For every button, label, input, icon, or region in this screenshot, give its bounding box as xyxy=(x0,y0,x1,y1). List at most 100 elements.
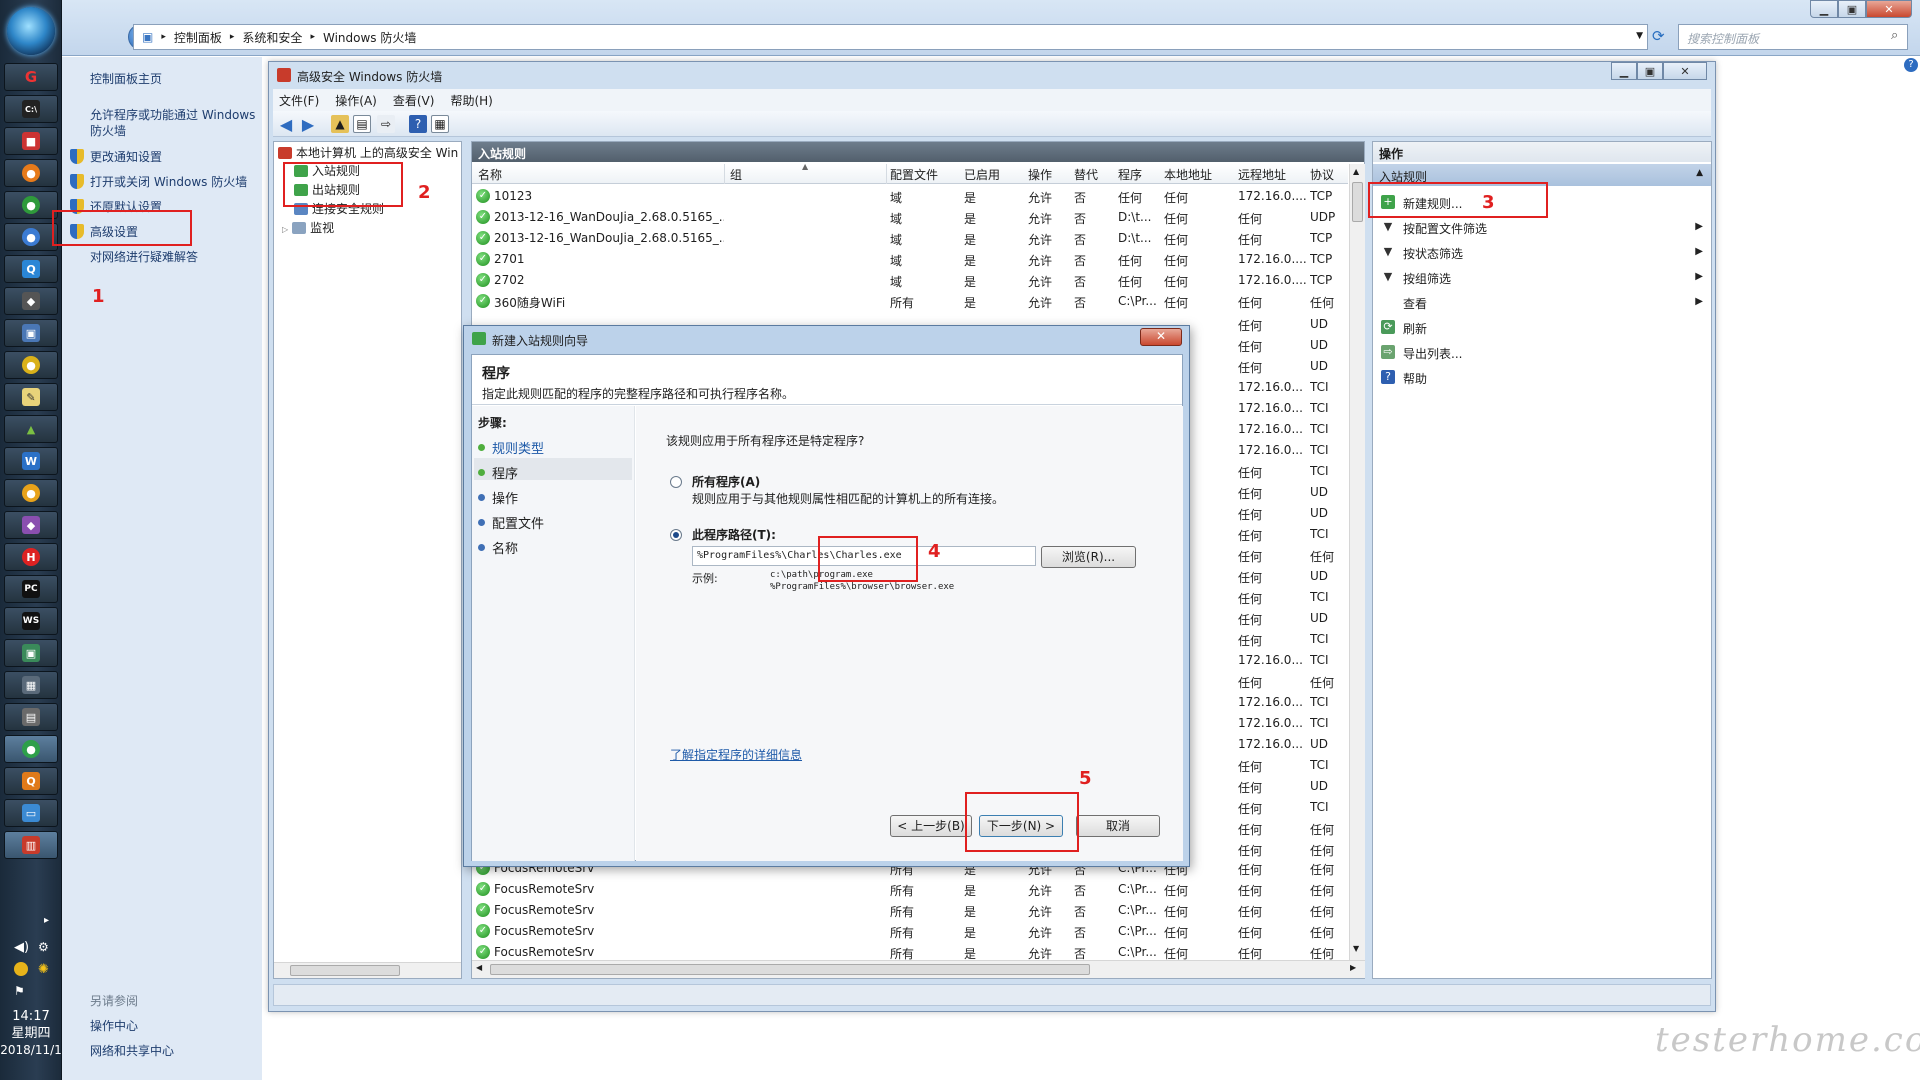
address-bar[interactable]: ▣ ▸ 控制面板 ▸ 系统和安全 ▸ Windows 防火墙 ▼ xyxy=(133,24,1648,50)
action-help[interactable]: 帮助 xyxy=(1403,370,1427,387)
column-profile[interactable]: 配置文件 xyxy=(890,166,938,183)
toolbar-forward-icon[interactable]: ▶ xyxy=(299,115,317,134)
column-name[interactable]: 名称 xyxy=(478,166,502,183)
tray-sun-icon[interactable]: ✺ xyxy=(38,962,49,977)
taskbar-app-13[interactable]: W xyxy=(4,447,58,475)
table-row[interactable]: ✓ 360随身WiFi 所有 是 允许 否 C:\Pr... 任何 任何 任何 xyxy=(472,291,1348,312)
see-also-network-center[interactable]: 网络和共享中心 xyxy=(90,1043,174,1059)
column-override[interactable]: 替代 xyxy=(1074,166,1098,183)
maximize-button[interactable]: ▣ xyxy=(1838,0,1866,18)
column-protocol[interactable]: 协议 xyxy=(1310,166,1346,183)
column-action[interactable]: 操作 xyxy=(1028,166,1052,183)
taskbar-app-18[interactable]: WS xyxy=(4,607,58,635)
step-rule-type[interactable]: 规则类型 xyxy=(492,438,544,457)
taskbar-app-5[interactable]: ● xyxy=(4,191,58,219)
action-view[interactable]: 查看 xyxy=(1403,295,1427,312)
mmc-minimize-button[interactable]: ▁ xyxy=(1611,62,1637,80)
taskbar-app-14[interactable]: ● xyxy=(4,479,58,507)
wizard-close-button[interactable]: ✕ xyxy=(1140,328,1182,346)
taskbar-app-20[interactable]: ▦ xyxy=(4,671,58,699)
action-refresh[interactable]: 刷新 xyxy=(1403,320,1427,337)
tray-app-icon[interactable]: ⚙ xyxy=(38,940,49,954)
close-button[interactable]: ✕ xyxy=(1866,0,1912,18)
cancel-button[interactable]: 取消 xyxy=(1076,815,1160,837)
taskbar-app-8[interactable]: ◆ xyxy=(4,287,58,315)
refresh-icon[interactable]: ⟳ xyxy=(1652,27,1665,45)
column-remote-address[interactable]: 远程地址 xyxy=(1238,166,1286,183)
taskbar-app-16[interactable]: H xyxy=(4,543,58,571)
taskbar-app-21[interactable]: ▤ xyxy=(4,703,58,731)
table-row[interactable]: ✓ FocusRemoteSrv 所有 是 允许 否 C:\Pr... 任何 任何 任何 xyxy=(472,900,1348,921)
action-export-list[interactable]: 导出列表... xyxy=(1403,345,1462,362)
taskbar-app-11[interactable]: ✎ xyxy=(4,383,58,411)
back-button[interactable]: < 上一步(B) xyxy=(890,815,972,837)
taskbar-app-7[interactable]: Q xyxy=(4,255,58,283)
breadcrumb-item-3[interactable]: Windows 防火墙 xyxy=(323,29,416,46)
action-filter-group[interactable]: 按组筛选 xyxy=(1403,270,1451,287)
mmc-close-button[interactable]: ✕ xyxy=(1663,62,1707,80)
clock[interactable]: 14:17 星期四 2018/11/1 xyxy=(0,1008,62,1059)
menu-help[interactable]: 帮助(H) xyxy=(450,92,492,109)
taskbar-app-4[interactable]: ● xyxy=(4,159,58,187)
column-program[interactable]: 程序 xyxy=(1118,166,1142,183)
see-also-action-center[interactable]: 操作中心 xyxy=(90,1018,138,1034)
scroll-up-icon[interactable]: ▲ xyxy=(1353,167,1359,176)
tree-scroll-thumb[interactable] xyxy=(290,965,400,976)
taskbar-app-23[interactable]: Q xyxy=(4,767,58,795)
minimize-button[interactable]: ▁ xyxy=(1810,0,1838,18)
taskbar-app-19[interactable]: ▣ xyxy=(4,639,58,667)
rules-scroll-thumb[interactable] xyxy=(1352,182,1363,222)
breadcrumb-item-2[interactable]: 系统和安全 xyxy=(242,29,302,46)
sidebar-link-toggle-firewall[interactable]: 打开或关闭 Windows 防火墙 xyxy=(90,174,247,190)
learn-more-link[interactable]: 了解指定程序的详细信息 xyxy=(670,746,802,763)
table-row[interactable]: ✓ 2702 域 是 允许 否 任何 任何 172.16.0.... TCP xyxy=(472,270,1348,291)
tree-hscrollbar[interactable] xyxy=(274,962,461,978)
breadcrumb-item-1[interactable]: 控制面板 xyxy=(174,29,222,46)
collapse-icon[interactable]: ▲ xyxy=(1696,168,1703,178)
menu-action[interactable]: 操作(A) xyxy=(335,92,377,109)
toolbar-up-folder-icon[interactable]: ▲ xyxy=(331,115,349,133)
tree-root[interactable]: 本地计算机 上的高级安全 Win xyxy=(278,145,458,161)
tray-network-icon[interactable] xyxy=(14,962,28,976)
menu-file[interactable]: 文件(F) xyxy=(279,92,319,109)
search-icon[interactable]: ⌕ xyxy=(1891,28,1898,43)
all-programs-label[interactable]: 所有程序(A) xyxy=(692,473,760,490)
taskbar-app-10[interactable]: ● xyxy=(4,351,58,379)
volume-icon[interactable]: ◀) xyxy=(14,940,29,955)
column-enabled[interactable]: 已启用 xyxy=(964,166,1000,183)
mmc-maximize-button[interactable]: ▣ xyxy=(1637,62,1663,80)
help-icon[interactable]: ? xyxy=(1904,58,1918,72)
radio-all-programs[interactable] xyxy=(670,476,682,488)
table-row[interactable]: ✓ FocusRemoteSrv 所有 是 允许 否 C:\Pr... 任何 任何 任何 xyxy=(472,879,1348,900)
toolbar-back-icon[interactable]: ◀ xyxy=(277,115,295,134)
table-row[interactable]: ✓ 2013-12-16_WanDouJia_2.68.0.5165_... 域 是 允… xyxy=(472,228,1348,249)
menu-view[interactable]: 查看(V) xyxy=(393,92,435,109)
table-row[interactable]: ✓ 2701 域 是 允许 否 任何 任何 172.16.0.... TCP xyxy=(472,249,1348,270)
address-dropdown-icon[interactable]: ▼ xyxy=(1636,31,1643,41)
table-row[interactable]: ✓ 2013-12-16_WanDouJia_2.68.0.5165_... 域 是 允… xyxy=(472,207,1348,228)
sidebar-link-allow-program-line2[interactable]: 防火墙 xyxy=(90,123,126,139)
column-group[interactable]: 组 xyxy=(730,166,742,183)
scroll-down-icon[interactable]: ▼ xyxy=(1353,944,1359,953)
rules-vscrollbar[interactable]: ▲ ▼ xyxy=(1349,164,1365,960)
tray-expand-icon[interactable]: ▸ xyxy=(44,915,49,926)
action-filter-profile[interactable]: 按配置文件筛选 xyxy=(1403,220,1487,237)
taskbar-app-15[interactable]: ◆ xyxy=(4,511,58,539)
taskbar-app-17[interactable]: PC xyxy=(4,575,58,603)
taskbar-app-22[interactable]: ● xyxy=(4,735,58,763)
sidebar-link-notifications[interactable]: 更改通知设置 xyxy=(90,149,162,165)
taskbar-app-6[interactable]: ● xyxy=(4,223,58,251)
taskbar-app-1[interactable]: G xyxy=(4,63,58,91)
sidebar-link-home[interactable]: 控制面板主页 xyxy=(90,71,162,87)
rules-hscroll-thumb[interactable] xyxy=(490,964,1090,975)
radio-this-program[interactable] xyxy=(670,529,682,541)
scroll-left-icon[interactable]: ◀ xyxy=(476,963,482,972)
column-local-address[interactable]: 本地地址 xyxy=(1164,166,1212,183)
taskbar-app-3[interactable]: ■ xyxy=(4,127,58,155)
search-input[interactable]: 搜索控制面板 xyxy=(1678,24,1908,50)
toolbar-help-icon[interactable]: ? xyxy=(409,115,427,133)
browse-button[interactable]: 浏览(R)... xyxy=(1041,546,1136,568)
sidebar-link-troubleshoot[interactable]: 对网络进行疑难解答 xyxy=(90,249,198,265)
tree-monitoring[interactable]: ▷ 监视 xyxy=(282,220,334,238)
toolbar-action-pane-icon[interactable]: ▦ xyxy=(431,115,449,133)
